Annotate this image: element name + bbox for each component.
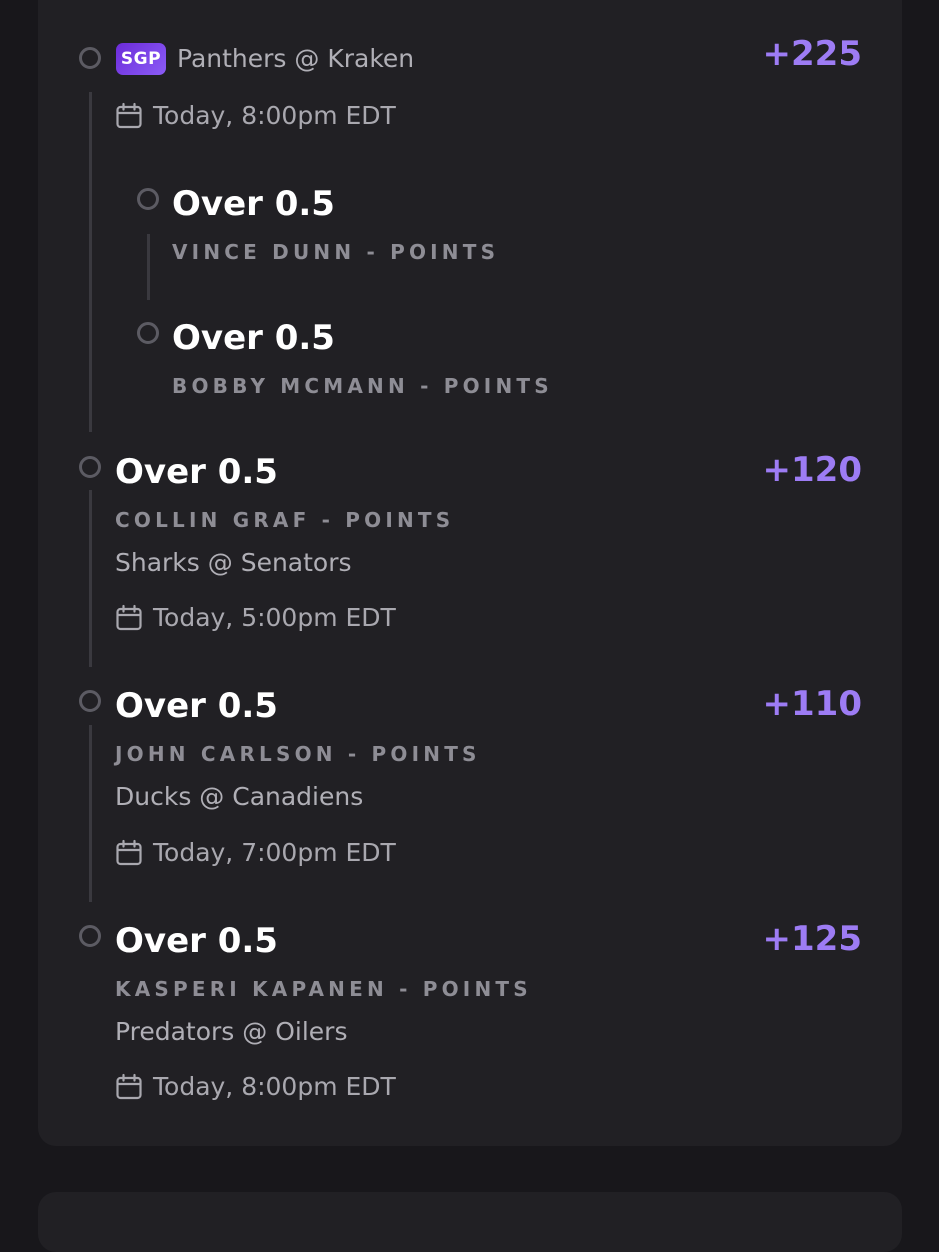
timeline-connector [89,490,92,667]
bet-player-market: JOHN CARLSON - POINTS [115,742,481,766]
bet-event: Sharks @ Senators [115,548,352,577]
leg-player-market: VINCE DUNN - POINTS [172,240,500,264]
bet-datetime: Today, 8:00pm EDT [153,1072,396,1101]
status-circle-icon [79,456,101,478]
timeline-connector [89,725,92,902]
status-circle-icon [79,47,101,69]
bet-datetime: Today, 5:00pm EDT [153,603,396,632]
leg-title: Over 0.5 [172,318,335,358]
calendar-icon [116,604,142,631]
calendar-icon [116,102,142,129]
next-card [38,1192,902,1252]
bet-odds: +120 [762,450,862,490]
bet-odds: +125 [762,919,862,959]
timeline-connector [147,234,150,300]
leg-title: Over 0.5 [172,184,335,224]
timeline-connector [89,92,92,432]
status-circle-icon [79,925,101,947]
bet-odds: +110 [762,684,862,724]
bet-title: Over 0.5 [115,686,278,726]
bet-player-market: COLLIN GRAF - POINTS [115,508,455,532]
parlay-odds: +225 [762,34,862,74]
sgp-badge: SGP [116,43,166,75]
calendar-icon [116,1073,142,1100]
bet-event: Predators @ Oilers [115,1017,348,1046]
bet-title: Over 0.5 [115,921,278,961]
status-circle-icon [79,690,101,712]
bet-datetime: Today, 7:00pm EDT [153,838,396,867]
parlay-datetime: Today, 8:00pm EDT [153,101,396,130]
status-circle-icon [137,322,159,344]
bet-title: Over 0.5 [115,452,278,492]
parlay-event: Panthers @ Kraken [177,44,415,73]
bet-event: Ducks @ Canadiens [115,782,364,811]
calendar-icon [116,839,142,866]
leg-player-market: BOBBY MCMANN - POINTS [172,374,553,398]
status-circle-icon [137,188,159,210]
bet-player-market: KASPERI KAPANEN - POINTS [115,977,532,1001]
